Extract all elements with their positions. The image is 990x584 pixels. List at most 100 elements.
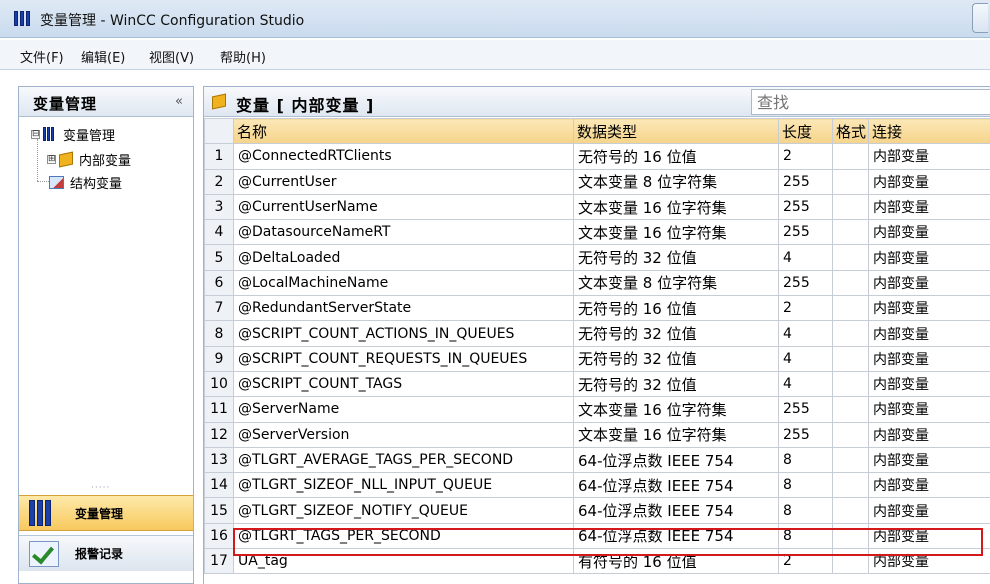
tree-collapse-icon[interactable]: ⊟: [31, 129, 40, 139]
connection-cell[interactable]: 内部变量: [868, 269, 990, 297]
tag-name-cell[interactable]: @ConnectedRTClients: [233, 143, 574, 170]
tag-name-cell[interactable]: @TLGRT_SIZEOF_NOTIFY_QUEUE: [233, 497, 574, 524]
table-row[interactable]: 6 @LocalMachineName 文本变量 8 位字符集 255 内部变量: [204, 269, 990, 297]
table-row[interactable]: 4 @DatasourceNameRT 文本变量 16 位字符集 255 内部变量: [204, 219, 990, 246]
tag-name-cell[interactable]: @DeltaLoaded: [233, 244, 574, 271]
data-type-cell[interactable]: 文本变量 16 位字符集: [573, 193, 779, 221]
search-input[interactable]: [752, 90, 990, 114]
format-cell[interactable]: [832, 193, 869, 221]
tree-expand-icon[interactable]: ⊞: [47, 154, 56, 164]
format-cell[interactable]: [832, 219, 869, 246]
table-row[interactable]: 11 @ServerName 文本变量 16 位字符集 255 内部变量: [204, 396, 990, 423]
tag-name-cell[interactable]: UA_tag: [233, 548, 574, 575]
tag-name-cell[interactable]: @SCRIPT_COUNT_ACTIONS_IN_QUEUES: [233, 320, 574, 347]
row-number-cell[interactable]: 8: [204, 320, 234, 347]
table-row[interactable]: 14 @TLGRT_SIZEOF_NLL_INPUT_QUEUE 64-位浮点数 I…: [204, 472, 990, 499]
length-cell[interactable]: 4: [778, 320, 833, 347]
connection-cell[interactable]: 内部变量: [868, 193, 990, 221]
row-number-cell[interactable]: 12: [204, 421, 234, 448]
table-row[interactable]: 10 @SCRIPT_COUNT_TAGS 无符号的 32 位值 4 内部变量: [204, 370, 990, 398]
length-cell[interactable]: 8: [778, 472, 833, 499]
tag-name-cell[interactable]: @DatasourceNameRT: [233, 219, 574, 246]
data-type-cell[interactable]: 64-位浮点数 IEEE 754: [573, 497, 779, 524]
tag-name-cell[interactable]: @ServerName: [233, 396, 574, 423]
connection-cell[interactable]: 内部变量: [868, 396, 990, 423]
row-number-cell[interactable]: 13: [204, 446, 234, 474]
table-row[interactable]: 7 @RedundantServerState 无符号的 16 位值 2 内部变量: [204, 295, 990, 322]
length-cell[interactable]: 255: [778, 269, 833, 297]
format-cell[interactable]: [832, 345, 869, 372]
tag-name-cell[interactable]: @CurrentUser: [233, 168, 574, 195]
nav-button-tag-management[interactable]: 变量管理: [19, 495, 193, 531]
tree-item-internal-tags[interactable]: ⊞ 内部变量: [47, 148, 131, 170]
tag-name-cell[interactable]: @TLGRT_SIZEOF_NLL_INPUT_QUEUE: [233, 472, 574, 499]
tag-name-cell[interactable]: @CurrentUserName: [233, 193, 574, 221]
format-cell[interactable]: [832, 320, 869, 347]
length-cell[interactable]: 4: [778, 244, 833, 271]
format-cell[interactable]: [832, 548, 869, 575]
connection-cell[interactable]: 内部变量: [868, 497, 990, 524]
format-cell[interactable]: [832, 295, 869, 322]
data-type-cell[interactable]: 无符号的 32 位值: [573, 370, 779, 398]
length-cell[interactable]: 4: [778, 345, 833, 372]
data-type-cell[interactable]: 64-位浮点数 IEEE 754: [573, 446, 779, 474]
length-cell[interactable]: 8: [778, 446, 833, 474]
data-type-cell[interactable]: 无符号的 32 位值: [573, 244, 779, 271]
row-number-cell[interactable]: 11: [204, 396, 234, 423]
table-row[interactable]: 3 @CurrentUserName 文本变量 16 位字符集 255 内部变量: [204, 193, 990, 221]
data-type-cell[interactable]: 无符号的 32 位值: [573, 345, 779, 372]
tag-name-cell[interactable]: @SCRIPT_COUNT_REQUESTS_IN_QUEUES: [233, 345, 574, 372]
menu-view[interactable]: 视图(V): [149, 47, 194, 66]
row-number-cell[interactable]: 15: [204, 497, 234, 524]
row-number-cell[interactable]: 16: [204, 522, 234, 550]
format-cell[interactable]: [832, 421, 869, 448]
table-row[interactable]: 5 @DeltaLoaded 无符号的 32 位值 4 内部变量: [204, 244, 990, 271]
menu-edit[interactable]: 编辑(E): [81, 47, 125, 66]
connection-cell[interactable]: 内部变量: [868, 548, 990, 575]
menu-file[interactable]: 文件(F): [20, 47, 64, 66]
table-row[interactable]: 17 UA_tag 有符号的 16 位值 2 内部变量: [204, 548, 990, 575]
format-cell[interactable]: [832, 472, 869, 499]
table-row[interactable]: 2 @CurrentUser 文本变量 8 位字符集 255 内部变量: [204, 168, 990, 195]
length-cell[interactable]: 8: [778, 497, 833, 524]
row-number-cell[interactable]: 14: [204, 472, 234, 499]
format-cell[interactable]: [832, 396, 869, 423]
format-cell[interactable]: [832, 269, 869, 297]
data-type-cell[interactable]: 无符号的 16 位值: [573, 295, 779, 322]
row-number-cell[interactable]: 2: [204, 168, 234, 195]
menu-help[interactable]: 帮助(H): [220, 47, 266, 66]
column-header-data-type[interactable]: 数据类型: [573, 117, 779, 145]
tree-item-structure-tags[interactable]: 结构变量: [49, 171, 122, 193]
format-cell[interactable]: [832, 168, 869, 195]
length-cell[interactable]: 2: [778, 143, 833, 170]
tag-name-cell[interactable]: @LocalMachineName: [233, 269, 574, 297]
connection-cell[interactable]: 内部变量: [868, 244, 990, 271]
connection-cell[interactable]: 内部变量: [868, 472, 990, 499]
data-type-cell[interactable]: 文本变量 16 位字符集: [573, 421, 779, 448]
length-cell[interactable]: 255: [778, 168, 833, 195]
data-type-cell[interactable]: 文本变量 16 位字符集: [573, 396, 779, 423]
window-control-button[interactable]: [972, 3, 988, 33]
length-cell[interactable]: 255: [778, 396, 833, 423]
tag-name-cell[interactable]: @TLGRT_AVERAGE_TAGS_PER_SECOND: [233, 446, 574, 474]
data-type-cell[interactable]: 64-位浮点数 IEEE 754: [573, 472, 779, 499]
search-box[interactable]: [751, 89, 990, 115]
splitter-grip[interactable]: ·····: [91, 483, 110, 493]
column-header-length[interactable]: 长度: [778, 117, 833, 145]
connection-cell[interactable]: 内部变量: [868, 143, 990, 170]
row-number-cell[interactable]: 4: [204, 219, 234, 246]
corner-cell[interactable]: [204, 117, 234, 145]
data-type-cell[interactable]: 无符号的 16 位值: [573, 143, 779, 170]
format-cell[interactable]: [832, 497, 869, 524]
row-number-cell[interactable]: 7: [204, 295, 234, 322]
length-cell[interactable]: 255: [778, 421, 833, 448]
format-cell[interactable]: [832, 143, 869, 170]
table-row[interactable]: 15 @TLGRT_SIZEOF_NOTIFY_QUEUE 64-位浮点数 IEEE…: [204, 497, 990, 524]
row-number-cell[interactable]: 17: [204, 548, 234, 575]
data-type-cell[interactable]: 文本变量 16 位字符集: [573, 219, 779, 246]
format-cell[interactable]: [832, 244, 869, 271]
table-row[interactable]: 9 @SCRIPT_COUNT_REQUESTS_IN_QUEUES 无符号的 32…: [204, 345, 990, 372]
column-header-name[interactable]: 名称: [233, 117, 574, 145]
row-number-cell[interactable]: 6: [204, 269, 234, 297]
column-header-connection[interactable]: 连接: [868, 117, 990, 145]
